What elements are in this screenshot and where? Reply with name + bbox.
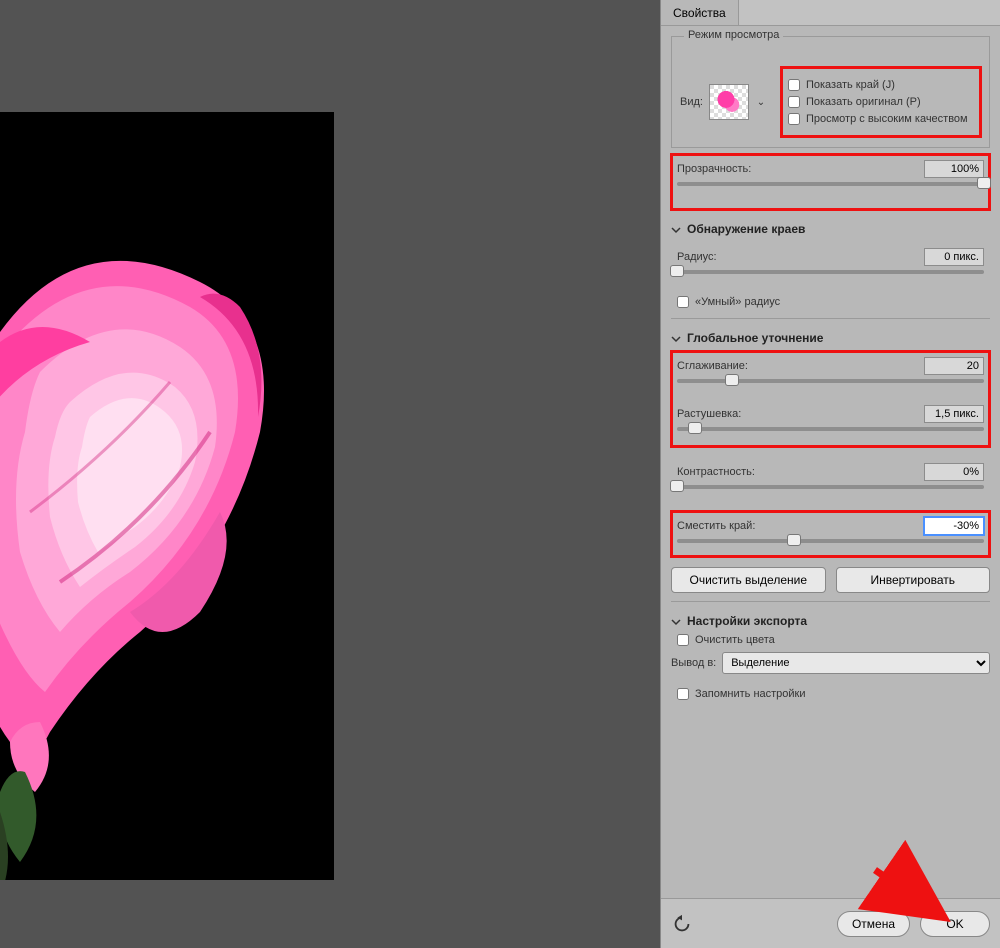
chk-show-original[interactable]: Показать оригинал (P) — [788, 96, 974, 108]
ok-button[interactable]: OK — [920, 911, 990, 937]
section-edge-title: Обнаружение краев — [687, 222, 805, 236]
transparency-block: Прозрачность: — [671, 154, 990, 210]
contrast-handle[interactable] — [670, 480, 684, 492]
smooth-handle[interactable] — [725, 374, 739, 386]
radius-label: Радиус: — [677, 251, 717, 263]
divider — [671, 601, 990, 602]
tab-bar: Свойства — [661, 0, 1000, 26]
radius-slider[interactable] — [677, 270, 984, 274]
canvas-area — [0, 0, 660, 948]
section-edge-detection[interactable]: Обнаружение краев — [671, 222, 990, 236]
view-mode-title: Режим просмотра — [684, 29, 783, 41]
radius-block: Радиус: — [671, 242, 990, 286]
chk-remember-box[interactable] — [677, 688, 689, 700]
chk-show-edge[interactable]: Показать край (J) — [788, 79, 974, 91]
chevron-down-icon — [671, 333, 681, 343]
chevron-down-icon — [671, 616, 681, 626]
tab-properties[interactable]: Свойства — [661, 0, 739, 25]
output-select[interactable]: Выделение — [722, 652, 990, 674]
chk-show-original-box[interactable] — [788, 96, 800, 108]
smooth-slider[interactable] — [677, 379, 984, 383]
chk-decontaminate[interactable]: Очистить цвета — [677, 634, 984, 646]
rose-image — [0, 112, 334, 880]
transparency-value[interactable] — [924, 160, 984, 178]
transparency-label: Прозрачность: — [677, 163, 751, 175]
view-label: Вид: — [680, 96, 703, 108]
chk-remember[interactable]: Запомнить настройки — [677, 688, 984, 700]
shift-handle[interactable] — [787, 534, 801, 546]
section-global-title: Глобальное уточнение — [687, 331, 823, 345]
properties-panel: Свойства Режим просмотра Вид: ⌄ Показать… — [660, 0, 1000, 948]
transparency-handle[interactable] — [977, 177, 991, 189]
chk-show-original-label: Показать оригинал (P) — [806, 96, 921, 108]
section-global-refine[interactable]: Глобальное уточнение — [671, 331, 990, 345]
divider — [671, 318, 990, 319]
transparency-slider[interactable] — [677, 182, 984, 186]
contrast-value[interactable] — [924, 463, 984, 481]
chk-decontaminate-label: Очистить цвета — [695, 634, 775, 646]
feather-handle[interactable] — [688, 422, 702, 434]
shift-value[interactable] — [924, 517, 984, 535]
chk-smart-radius-box[interactable] — [677, 296, 689, 308]
chk-remember-label: Запомнить настройки — [695, 688, 806, 700]
refine-buttons: Очистить выделение Инвертировать — [671, 567, 990, 593]
contrast-label: Контрастность: — [677, 466, 755, 478]
chk-hq-preview-box[interactable] — [788, 113, 800, 125]
cancel-button[interactable]: Отмена — [837, 911, 910, 937]
radius-value[interactable] — [924, 248, 984, 266]
chk-decontaminate-box[interactable] — [677, 634, 689, 646]
shift-slider[interactable] — [677, 539, 984, 543]
feather-slider[interactable] — [677, 427, 984, 431]
contrast-slider[interactable] — [677, 485, 984, 489]
view-dropdown[interactable]: ⌄ — [755, 97, 767, 108]
section-export[interactable]: Настройки экспорта — [671, 614, 990, 628]
smooth-value[interactable] — [924, 357, 984, 375]
shift-label: Сместить край: — [677, 520, 755, 532]
chevron-down-icon — [671, 224, 681, 234]
feather-label: Растушевка: — [677, 408, 741, 420]
chk-show-edge-label: Показать край (J) — [806, 79, 895, 91]
panel-body: Режим просмотра Вид: ⌄ Показать край (J)… — [661, 26, 1000, 898]
view-mode-group: Режим просмотра Вид: ⌄ Показать край (J)… — [671, 36, 990, 148]
image-preview — [0, 112, 334, 880]
view-thumbnail[interactable] — [709, 84, 749, 120]
output-label: Вывод в: — [671, 657, 716, 669]
chk-smart-radius-label: «Умный» радиус — [695, 296, 780, 308]
chk-hq-preview[interactable]: Просмотр с высоким качеством — [788, 113, 974, 125]
section-export-title: Настройки экспорта — [687, 614, 807, 628]
panel-footer: Отмена OK — [661, 898, 1000, 948]
invert-button[interactable]: Инвертировать — [836, 567, 991, 593]
output-row: Вывод в: Выделение — [671, 652, 990, 674]
shift-edge-block: Сместить край: — [671, 511, 990, 557]
chk-smart-radius[interactable]: «Умный» радиус — [677, 296, 984, 308]
clear-selection-button[interactable]: Очистить выделение — [671, 567, 826, 593]
chk-hq-preview-label: Просмотр с высоким качеством — [806, 113, 968, 125]
chk-show-edge-box[interactable] — [788, 79, 800, 91]
smooth-label: Сглаживание: — [677, 360, 748, 372]
radius-handle[interactable] — [670, 265, 684, 277]
smooth-feather-block: Сглаживание: Растушевка: — [671, 351, 990, 447]
view-checks-highlight: Показать край (J) Показать оригинал (P) … — [781, 67, 981, 137]
reset-icon[interactable] — [671, 913, 693, 935]
contrast-block: Контрастность: — [671, 457, 990, 501]
feather-value[interactable] — [924, 405, 984, 423]
